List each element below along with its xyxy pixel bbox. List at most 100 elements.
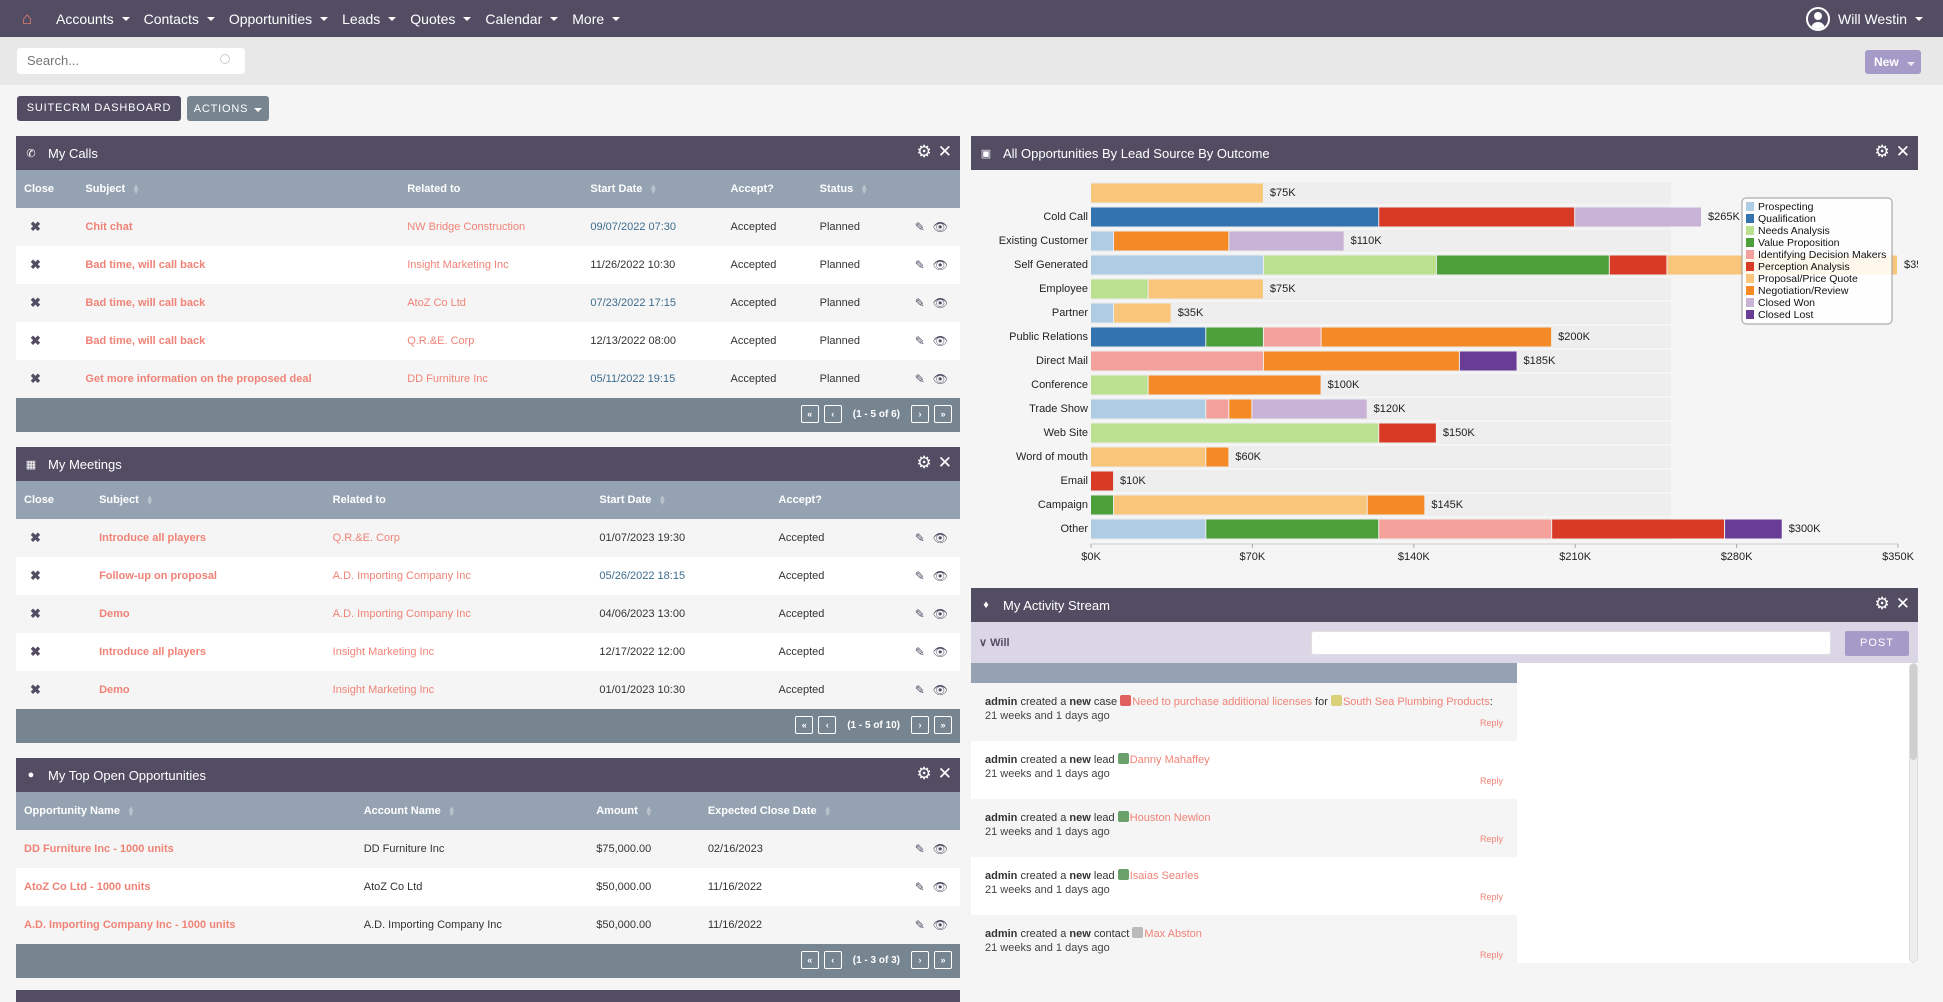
meeting-subject-link[interactable]: Demo xyxy=(91,595,325,633)
sort-icon[interactable]: ▲ ▼ xyxy=(146,494,154,507)
edit-pencil-icon[interactable]: ✎ xyxy=(915,258,925,272)
nav-item-more[interactable]: More xyxy=(572,11,621,27)
call-subject-link[interactable]: Bad time, will call back xyxy=(77,284,399,322)
legend-label[interactable]: Identifying Decision Makers xyxy=(1758,249,1886,261)
close-icon[interactable]: ✕ xyxy=(938,454,952,472)
view-eye-icon[interactable]: 👁 xyxy=(933,296,948,310)
view-eye-icon[interactable]: 👁 xyxy=(933,372,948,386)
edit-pencil-icon[interactable]: ✎ xyxy=(915,334,925,348)
prev-page-button[interactable]: ‹ xyxy=(823,405,842,423)
user-menu[interactable]: Will Westin xyxy=(1806,0,1923,37)
call-subject-link[interactable]: Get more information on the proposed dea… xyxy=(77,360,399,398)
close-activity-icon[interactable]: ✖ xyxy=(16,246,77,284)
close-icon[interactable]: ✕ xyxy=(1896,143,1910,161)
close-activity-icon[interactable]: ✖ xyxy=(16,671,91,709)
view-eye-icon[interactable]: 👁 xyxy=(933,842,948,856)
first-page-button[interactable]: « xyxy=(795,716,814,734)
column-header[interactable]: Amount ▲ ▼ xyxy=(588,792,700,830)
gear-icon[interactable]: ⚙ xyxy=(1875,595,1890,613)
activity-account-link[interactable]: South Sea Plumbing Products xyxy=(1343,696,1490,708)
meeting-subject-link[interactable]: Introduce all players xyxy=(91,633,325,671)
close-activity-icon[interactable]: ✖ xyxy=(16,360,77,398)
last-page-button[interactable]: » xyxy=(934,405,952,423)
close-activity-icon[interactable]: ✖ xyxy=(16,208,77,246)
legend-label[interactable]: Perception Analysis xyxy=(1758,261,1850,273)
post-input[interactable] xyxy=(1311,631,1831,655)
edit-pencil-icon[interactable]: ✎ xyxy=(915,645,925,659)
activity-target-link[interactable]: Need to purchase additional licenses xyxy=(1132,696,1312,708)
reply-link[interactable]: Reply xyxy=(1480,948,1503,962)
search-icon[interactable] xyxy=(220,54,230,64)
related-to-link[interactable]: Insight Marketing Inc xyxy=(399,246,582,284)
activity-target-link[interactable]: Isaias Searles xyxy=(1130,870,1199,882)
activity-target-link[interactable]: Danny Mahaffey xyxy=(1130,754,1210,766)
search-input[interactable] xyxy=(17,48,245,74)
view-eye-icon[interactable]: 👁 xyxy=(933,683,948,697)
prev-page-button[interactable]: ‹ xyxy=(818,716,837,734)
edit-pencil-icon[interactable]: ✎ xyxy=(915,220,925,234)
related-to-link[interactable]: Q.R.&E. Corp xyxy=(325,519,592,557)
edit-pencil-icon[interactable]: ✎ xyxy=(915,683,925,697)
column-header[interactable]: Expected Close Date ▲ ▼ xyxy=(700,792,899,830)
legend-label[interactable]: Closed Won xyxy=(1758,297,1815,309)
column-header[interactable]: Account Name ▲ ▼ xyxy=(356,792,589,830)
legend-label[interactable]: Negotiation/Review xyxy=(1758,285,1849,297)
reply-link[interactable]: Reply xyxy=(1480,832,1503,846)
related-to-link[interactable]: AtoZ Co Ltd xyxy=(399,284,582,322)
prev-page-button[interactable]: ‹ xyxy=(823,951,842,969)
scrollbar-thumb[interactable] xyxy=(1910,664,1917,760)
view-eye-icon[interactable]: 👁 xyxy=(933,645,948,659)
close-activity-icon[interactable]: ✖ xyxy=(16,633,91,671)
nav-item-contacts[interactable]: Contacts xyxy=(144,11,215,27)
related-to-link[interactable]: Insight Marketing Inc xyxy=(325,633,592,671)
edit-pencil-icon[interactable]: ✎ xyxy=(915,372,925,386)
first-page-button[interactable]: « xyxy=(800,951,819,969)
legend-label[interactable]: Qualification xyxy=(1758,213,1816,225)
related-to-link[interactable]: A.D. Importing Company Inc xyxy=(325,557,592,595)
last-page-button[interactable]: » xyxy=(934,951,952,969)
edit-pencil-icon[interactable]: ✎ xyxy=(915,880,925,894)
suitecrm-dashboard-tab[interactable]: SUITECRM DASHBOARD xyxy=(17,96,181,121)
meeting-subject-link[interactable]: Demo xyxy=(91,671,325,709)
first-page-button[interactable]: « xyxy=(800,405,819,423)
column-header[interactable]: Start Date ▲ ▼ xyxy=(582,170,722,208)
column-header[interactable]: Status ▲ ▼ xyxy=(812,170,899,208)
gear-icon[interactable]: ⚙ xyxy=(917,454,932,472)
next-page-button[interactable]: › xyxy=(911,405,929,423)
sort-icon[interactable]: ▲ ▼ xyxy=(127,805,135,818)
column-header[interactable]: Start Date ▲ ▼ xyxy=(591,481,770,519)
opportunity-name-link[interactable]: AtoZ Co Ltd - 1000 units xyxy=(16,868,356,906)
view-eye-icon[interactable]: 👁 xyxy=(933,220,948,234)
close-activity-icon[interactable]: ✖ xyxy=(16,322,77,360)
related-to-link[interactable]: Insight Marketing Inc xyxy=(325,671,592,709)
column-header[interactable]: Opportunity Name ▲ ▼ xyxy=(16,792,356,830)
edit-pencil-icon[interactable]: ✎ xyxy=(915,607,925,621)
activity-target-link[interactable]: Max Abston xyxy=(1144,928,1201,940)
legend-label[interactable]: Closed Lost xyxy=(1758,309,1814,321)
legend-label[interactable]: Proposal/Price Quote xyxy=(1758,273,1858,285)
legend-label[interactable]: Value Proposition xyxy=(1758,237,1840,249)
edit-pencil-icon[interactable]: ✎ xyxy=(915,296,925,310)
opportunity-name-link[interactable]: DD Furniture Inc - 1000 units xyxy=(16,830,356,868)
view-eye-icon[interactable]: 👁 xyxy=(933,531,948,545)
gear-icon[interactable]: ⚙ xyxy=(917,143,932,161)
scrollbar[interactable] xyxy=(1909,663,1918,963)
nav-item-quotes[interactable]: Quotes xyxy=(410,11,472,27)
legend-label[interactable]: Needs Analysis xyxy=(1758,225,1830,237)
reply-link[interactable]: Reply xyxy=(1480,774,1503,788)
activity-target-link[interactable]: Houston Newlon xyxy=(1130,812,1211,824)
reply-link[interactable]: Reply xyxy=(1480,890,1503,904)
close-activity-icon[interactable]: ✖ xyxy=(16,557,91,595)
sort-icon[interactable]: ▲ ▼ xyxy=(658,494,666,507)
edit-pencil-icon[interactable]: ✎ xyxy=(915,842,925,856)
view-eye-icon[interactable]: 👁 xyxy=(933,918,948,932)
close-icon[interactable]: ✕ xyxy=(938,143,952,161)
view-eye-icon[interactable]: 👁 xyxy=(933,334,948,348)
sort-icon[interactable]: ▲ ▼ xyxy=(645,805,653,818)
sort-icon[interactable]: ▲ ▼ xyxy=(649,183,657,196)
close-activity-icon[interactable]: ✖ xyxy=(16,284,77,322)
next-page-button[interactable]: › xyxy=(911,951,929,969)
view-eye-icon[interactable]: 👁 xyxy=(933,880,948,894)
nav-item-leads[interactable]: Leads xyxy=(342,11,397,27)
column-header[interactable]: Subject ▲ ▼ xyxy=(91,481,325,519)
